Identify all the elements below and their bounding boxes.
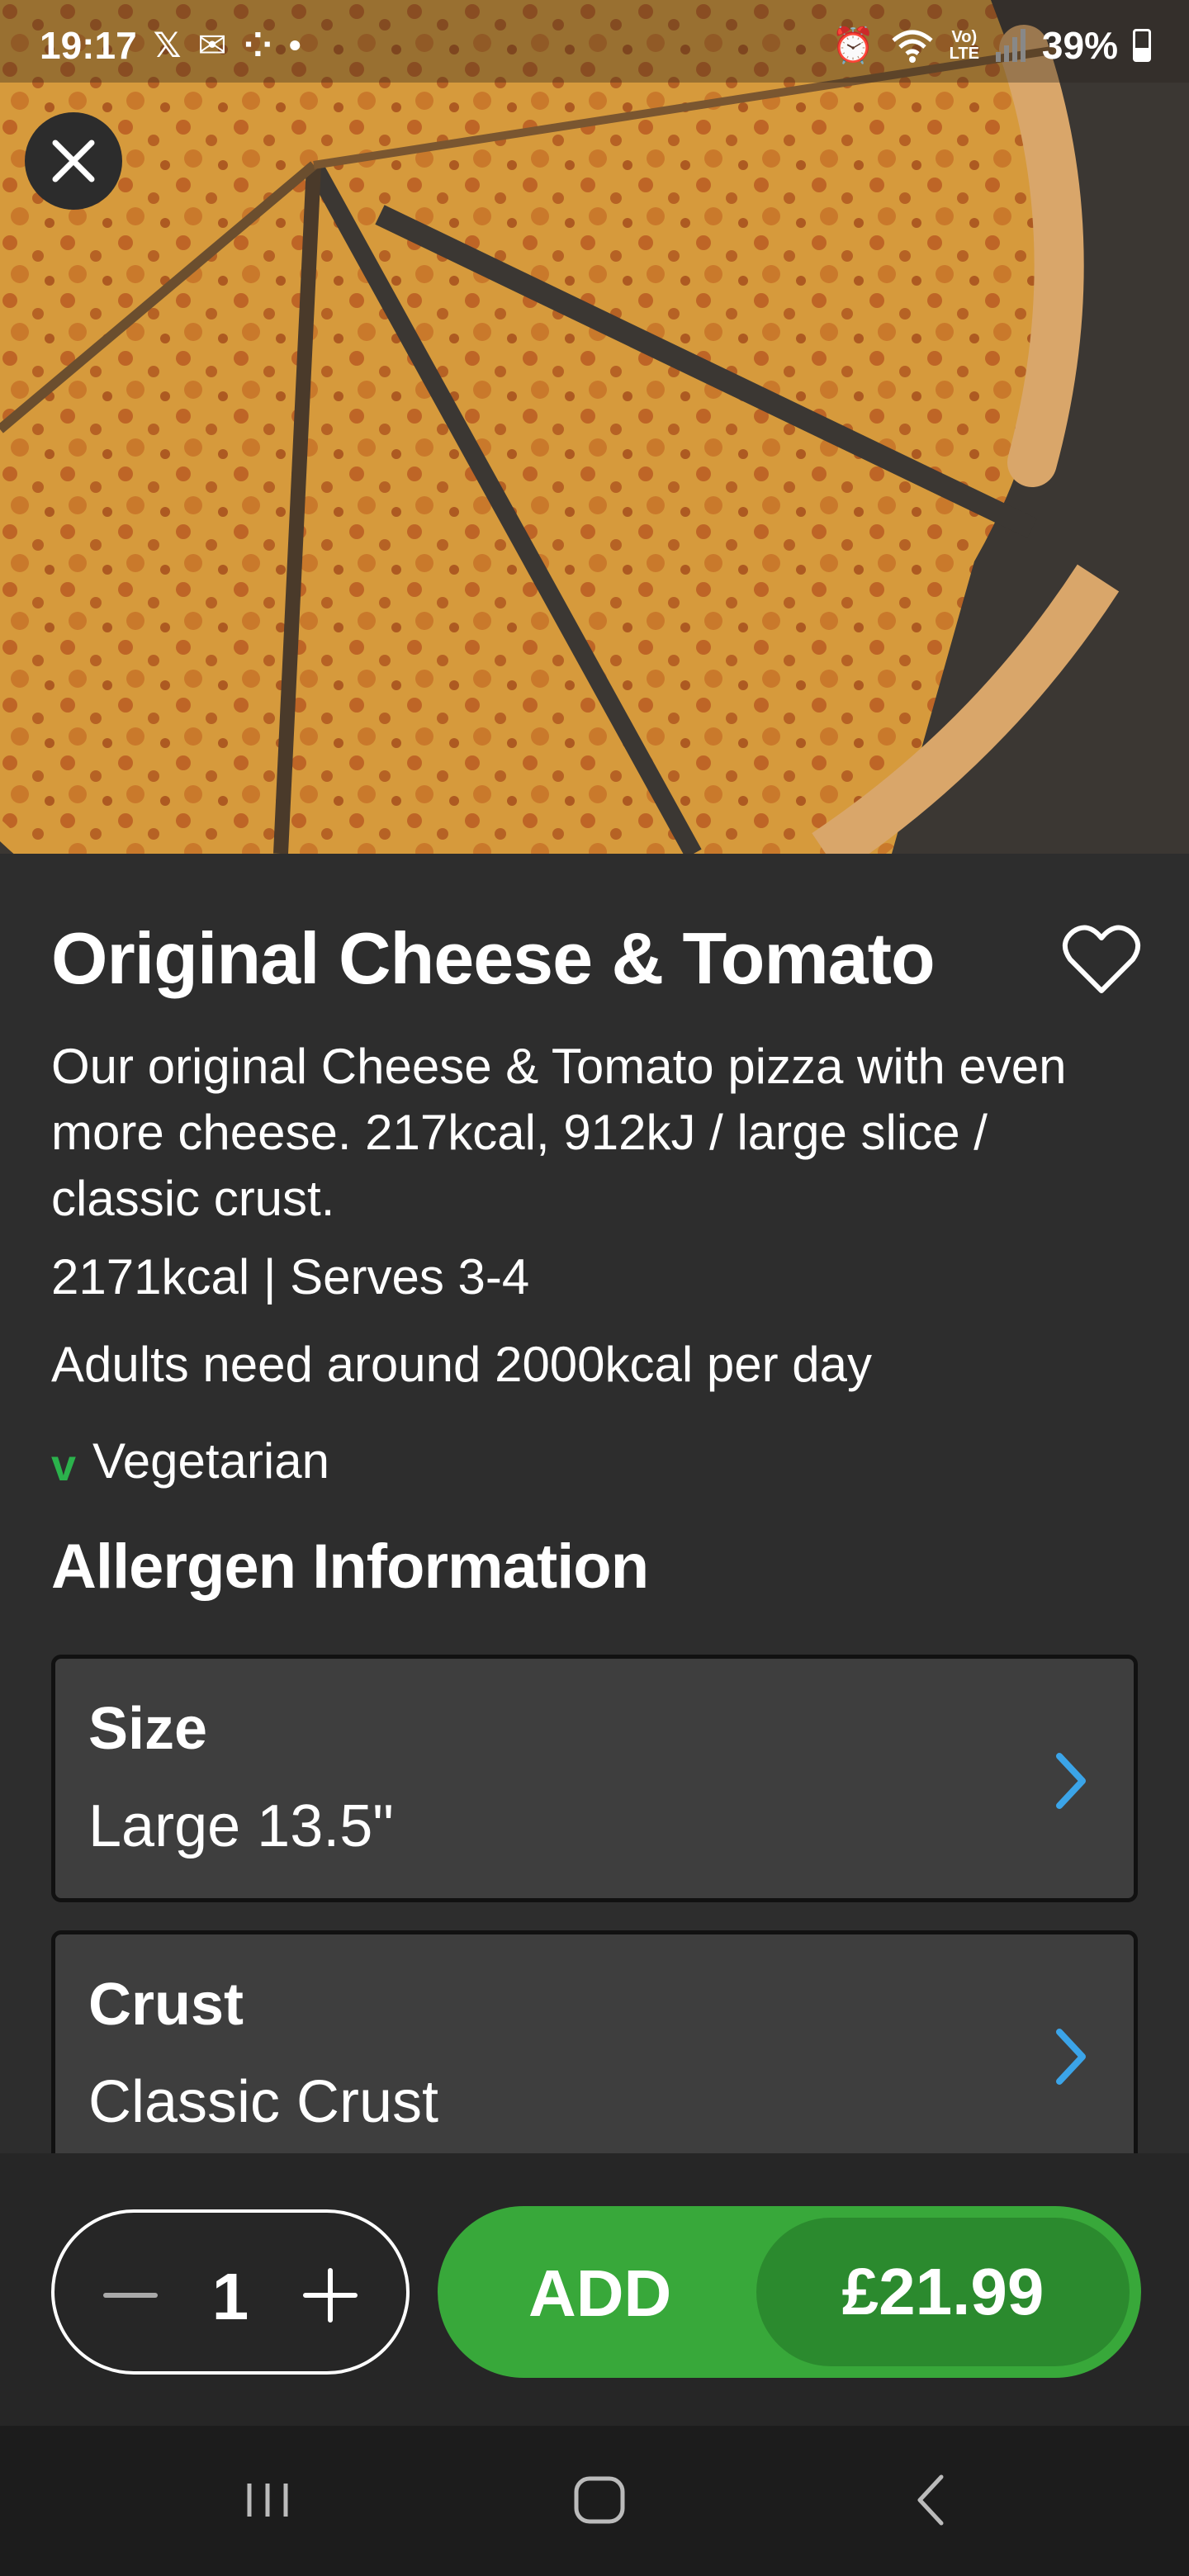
system-navigation-bar <box>0 2426 1189 2576</box>
vegetarian-icon: v <box>51 1441 77 1490</box>
dominos-icon: ⁘ <box>243 26 272 64</box>
volte-icon: Vo) LTE <box>949 28 979 63</box>
increase-quantity-button[interactable] <box>297 2262 363 2328</box>
adults-kcal-note: Adults need around 2000kcal per day <box>51 1337 873 1392</box>
dot-icon: • <box>288 26 301 64</box>
outlook-icon: ✉ <box>197 26 227 64</box>
size-option[interactable]: Size Large 13.5" <box>51 1655 1138 1902</box>
wifi-icon <box>891 30 933 63</box>
back-icon[interactable] <box>900 2467 966 2533</box>
chevron-right-icon <box>1056 2029 1086 2085</box>
quantity-stepper: 1 <box>51 2209 410 2375</box>
product-details: Original Cheese & Tomato Our original Ch… <box>0 854 1189 2178</box>
size-value: Large 13.5" <box>88 1793 394 1859</box>
add-label: ADD <box>528 2256 672 2330</box>
size-label: Size <box>88 1696 208 1762</box>
recent-apps-icon[interactable] <box>234 2467 301 2533</box>
product-description: Our original Cheese & Tomato pizza with … <box>51 1039 1067 1226</box>
price: £21.99 <box>841 2255 1045 2328</box>
x-icon: 𝕏 <box>153 26 182 64</box>
close-icon <box>52 140 95 182</box>
vegetarian-label: Vegetarian <box>92 1432 329 1489</box>
chevron-right-icon <box>1056 1753 1086 1809</box>
product-title: Original Cheese & Tomato <box>51 917 936 999</box>
battery-percent: 39% <box>1041 24 1118 67</box>
status-bar: 19:17 𝕏 ✉ ⁘ • ⏰ Vo) LTE 39% <box>0 0 1189 83</box>
add-button[interactable]: ADD £21.99 <box>438 2206 1141 2378</box>
favorite-heart-icon[interactable] <box>1062 923 1141 996</box>
clock: 19:17 <box>40 24 137 67</box>
allergen-information-link[interactable]: Allergen Information <box>51 1531 649 1603</box>
pizza-illustration <box>0 0 1189 854</box>
kcal-serves: 2171kcal | Serves 3-4 <box>51 1249 530 1305</box>
vegetarian-badge: v Vegetarian <box>51 1430 329 1491</box>
crust-value: Classic Crust <box>88 2069 439 2135</box>
signal-icon <box>995 29 1026 62</box>
alarm-icon: ⏰ <box>831 26 875 64</box>
pizza-hero-image <box>0 0 1189 854</box>
add-to-basket-bar: 1 ADD £21.99 <box>0 2153 1189 2426</box>
crust-label: Crust <box>88 1972 244 2038</box>
home-icon[interactable] <box>566 2467 632 2533</box>
price-pill: £21.99 <box>756 2218 1130 2366</box>
close-button[interactable] <box>25 112 122 210</box>
battery-icon <box>1133 29 1151 62</box>
crust-option[interactable]: Crust Classic Crust <box>51 1930 1138 2178</box>
